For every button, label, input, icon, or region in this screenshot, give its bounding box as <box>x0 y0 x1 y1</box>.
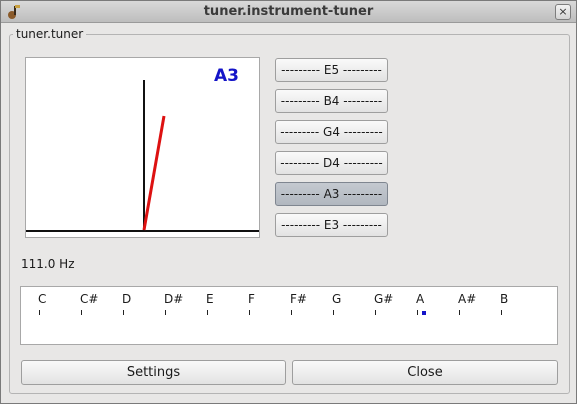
scale-label-f-sharp: F# <box>290 292 307 306</box>
scale-tick <box>207 310 208 315</box>
scale-tick <box>81 310 82 315</box>
string-button-d4[interactable]: --------- D4 --------- <box>275 151 388 175</box>
scale-tick <box>291 310 292 315</box>
scale-label-c-sharp: C# <box>80 292 99 306</box>
scale-tick <box>459 310 460 315</box>
close-button[interactable]: Close <box>292 360 558 385</box>
scale-label-d: D <box>122 292 132 306</box>
scale-label-e: E <box>206 292 214 306</box>
needle-display: A3 <box>25 57 260 238</box>
scale-label-g: G <box>332 292 342 306</box>
scale-label-b: B <box>500 292 509 306</box>
scale-label-f: F <box>248 292 255 306</box>
scale-label-a: A <box>416 292 425 306</box>
scale-label-c: C <box>38 292 47 306</box>
scale-tick <box>333 310 334 315</box>
tuner-window: tuner.instrument-tuner × tuner.tuner A3 … <box>0 0 577 404</box>
tuning-needle <box>142 115 166 231</box>
string-button-a3[interactable]: --------- A3 --------- <box>275 182 388 206</box>
note-scale: C C# D D# E F F# G G# A A# B <box>20 286 558 345</box>
window-title: tuner.instrument-tuner <box>203 4 374 19</box>
string-button-g4[interactable]: --------- G4 --------- <box>275 120 388 144</box>
detected-note: A3 <box>214 66 239 86</box>
group-title: tuner.tuner <box>13 27 87 41</box>
scale-tick <box>165 310 166 315</box>
frequency-readout: 111.0 Hz <box>21 257 75 271</box>
scale-tick <box>249 310 250 315</box>
string-button-e5[interactable]: --------- E5 --------- <box>275 58 388 82</box>
string-button-e3[interactable]: --------- E3 --------- <box>275 213 388 237</box>
scale-tick <box>39 310 40 315</box>
scale-label-a-sharp: A# <box>458 292 477 306</box>
scale-tick <box>123 310 124 315</box>
current-note-marker <box>422 311 426 315</box>
string-button-b4[interactable]: --------- B4 --------- <box>275 89 388 113</box>
close-window-icon[interactable]: × <box>555 4 571 20</box>
scale-tick <box>375 310 376 315</box>
scale-tick <box>417 310 418 315</box>
scale-label-g-sharp: G# <box>374 292 394 306</box>
scale-tick <box>501 310 502 315</box>
settings-button[interactable]: Settings <box>21 360 286 385</box>
scale-label-d-sharp: D# <box>164 292 184 306</box>
title-bar[interactable]: tuner.instrument-tuner × <box>1 1 576 23</box>
